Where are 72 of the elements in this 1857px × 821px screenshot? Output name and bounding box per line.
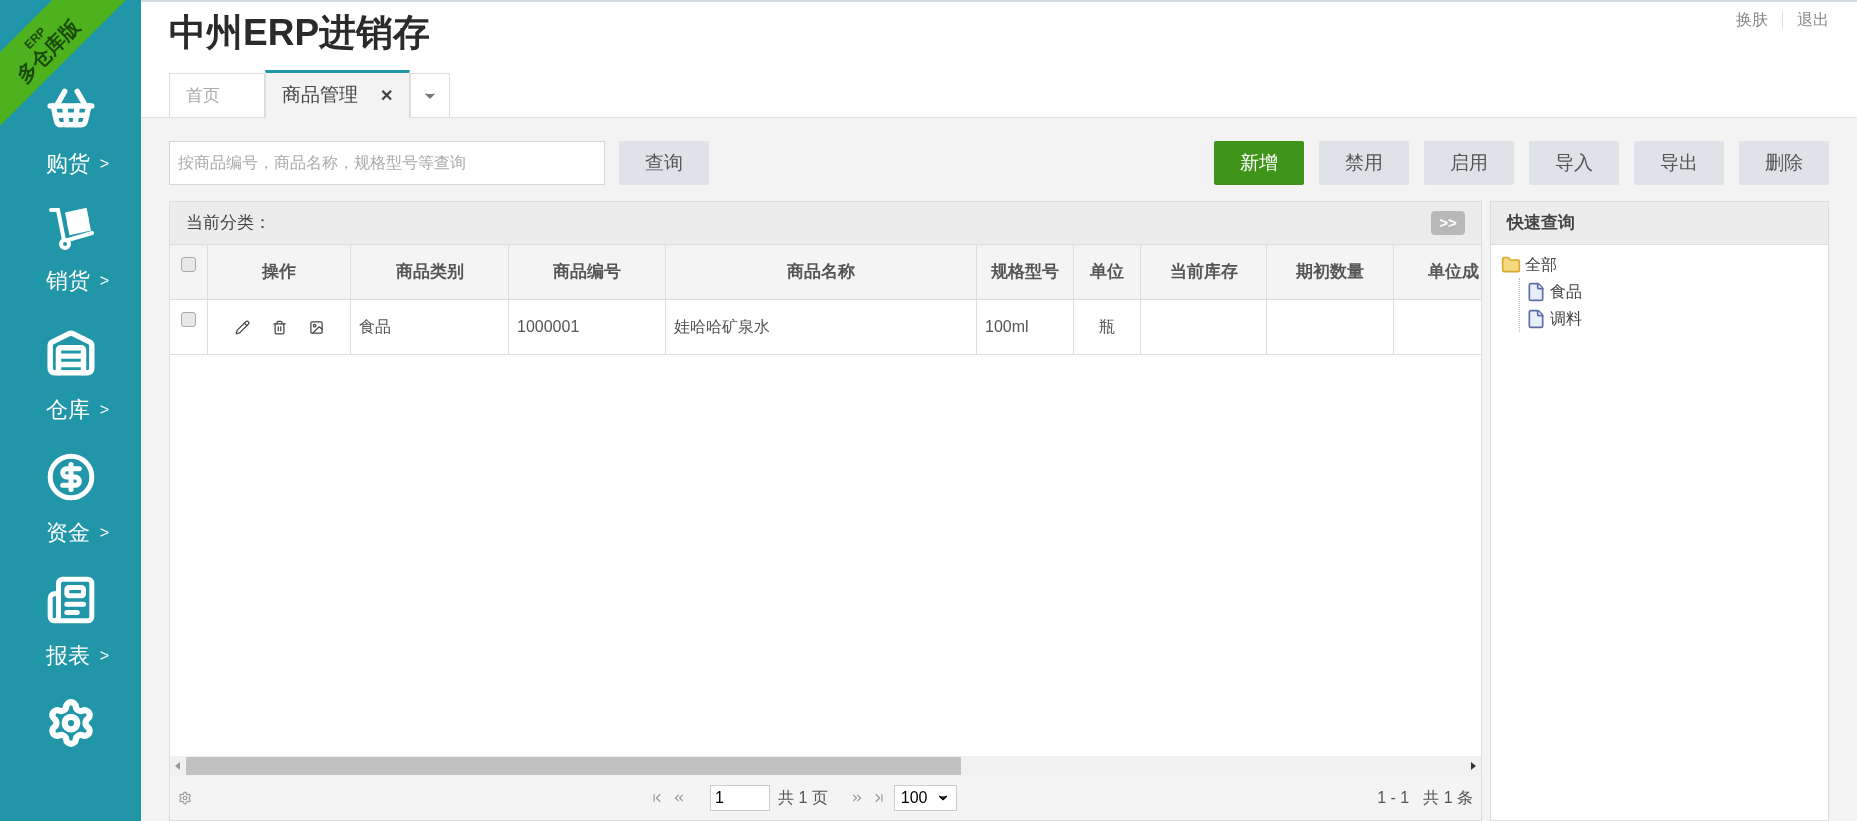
- checkbox[interactable]: [181, 257, 196, 272]
- tab-label: 商品管理: [282, 83, 358, 108]
- checkbox[interactable]: [181, 312, 196, 327]
- sidebar-menu-item[interactable]: 报表 >: [0, 575, 141, 699]
- tree-item[interactable]: 食品: [1526, 278, 1818, 305]
- page-size-select[interactable]: 100: [893, 785, 957, 811]
- column-header[interactable]: 商品类别: [395, 259, 464, 285]
- horizontal-scrollbar[interactable]: [170, 756, 1481, 776]
- tab-menu-button[interactable]: [410, 73, 450, 117]
- column-header[interactable]: 操作: [262, 259, 296, 285]
- document-icon: [1526, 308, 1546, 329]
- settings-icon[interactable]: [178, 791, 192, 805]
- document-icon: [1526, 281, 1546, 302]
- column-header[interactable]: 当前库存: [1169, 259, 1238, 285]
- column-header[interactable]: 商品名称: [787, 259, 855, 285]
- header-link[interactable]: 退出: [1797, 8, 1829, 32]
- tree-item[interactable]: 全部: [1501, 251, 1818, 278]
- column-header[interactable]: 商品编号: [553, 259, 621, 285]
- record-range-text: 1 - 1: [1377, 788, 1410, 808]
- menu-arrow: >: [99, 153, 110, 174]
- newspaper-icon: [45, 575, 96, 626]
- toolbar-button[interactable]: 导入: [1529, 141, 1619, 185]
- search-button[interactable]: 查询: [619, 141, 709, 185]
- tree-label: 全部: [1525, 254, 1557, 275]
- table-cell-text: 100ml: [985, 317, 1029, 337]
- first-page-icon[interactable]: [650, 791, 664, 805]
- table-cell-text: 1000001: [517, 317, 580, 337]
- hand-truck-icon: [47, 206, 94, 251]
- sidebar-menu-item[interactable]: 资金 >: [0, 452, 141, 576]
- header-link[interactable]: 换肤: [1736, 8, 1768, 32]
- column-header[interactable]: 单位成: [1428, 259, 1479, 285]
- menu-label: 销货: [45, 267, 90, 296]
- page-number-field[interactable]: 1: [710, 785, 770, 811]
- menu-arrow: >: [99, 645, 110, 666]
- dollar-icon: [45, 452, 96, 503]
- previous-page-icon[interactable]: [672, 791, 686, 805]
- menu-label: 购货: [45, 150, 90, 179]
- menu-label: 仓库: [45, 396, 90, 425]
- category-label: 当前分类：: [186, 212, 271, 235]
- sidebar-menu-item[interactable]: 销货 >: [0, 206, 141, 330]
- menu-label: 资金: [45, 519, 90, 548]
- search-field[interactable]: 按商品编号，商品名称，规格型号等查询: [169, 141, 605, 185]
- toolbar-button[interactable]: 禁用: [1319, 141, 1409, 185]
- menu-arrow: >: [99, 522, 110, 543]
- toolbar-button[interactable]: 导出: [1634, 141, 1724, 185]
- image-icon[interactable]: [308, 319, 324, 335]
- tree-label: 食品: [1550, 281, 1582, 302]
- record-total-text: 共 1 条: [1423, 788, 1473, 808]
- delete-icon[interactable]: [271, 319, 287, 335]
- page-count-text: 共 1 页: [778, 788, 828, 808]
- edit-icon[interactable]: [234, 319, 250, 335]
- page-tab[interactable]: 商品管理 ✕: [265, 70, 410, 118]
- toolbar-button[interactable]: 启用: [1424, 141, 1514, 185]
- folder-icon: [1501, 254, 1521, 275]
- table-cell-text: 娃哈哈矿泉水: [674, 317, 770, 337]
- column-header[interactable]: 规格型号: [991, 259, 1059, 285]
- tree-label: 调料: [1550, 308, 1582, 329]
- table-cell-text: 瓶: [1099, 317, 1115, 337]
- panel-title: 快速查询: [1507, 212, 1575, 235]
- tab-label: 首页: [186, 84, 220, 107]
- menu-arrow: >: [99, 270, 110, 291]
- menu-arrow: >: [99, 399, 110, 420]
- menu-label: 报表: [45, 642, 90, 671]
- toolbar-button[interactable]: 新增: [1214, 141, 1304, 185]
- tab-close-button[interactable]: ✕: [380, 83, 393, 108]
- tree-item[interactable]: 调料: [1526, 305, 1818, 332]
- app-title: 中州ERP进销存: [169, 11, 431, 55]
- column-header[interactable]: 单位: [1090, 259, 1124, 285]
- table-cell-text: 食品: [359, 317, 391, 337]
- toolbar-button[interactable]: 删除: [1739, 141, 1829, 185]
- column-header[interactable]: 期初数量: [1296, 259, 1364, 285]
- sidebar-menu-item[interactable]: 仓库 >: [0, 329, 141, 453]
